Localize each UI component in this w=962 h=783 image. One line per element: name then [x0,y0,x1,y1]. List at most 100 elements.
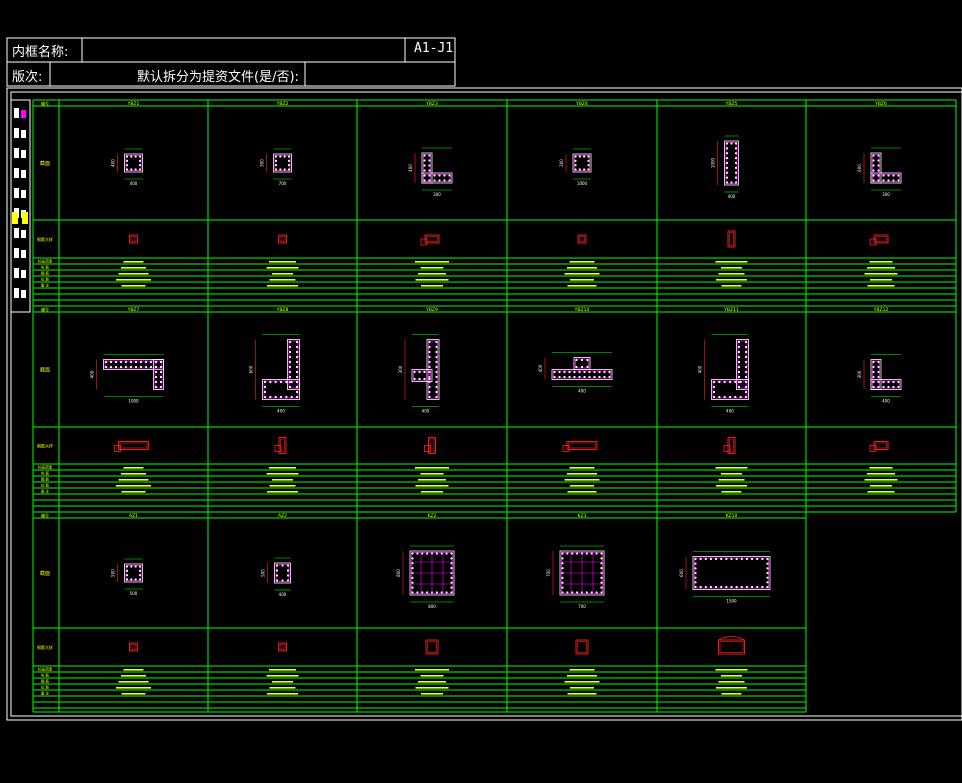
rebar-dot [575,365,578,369]
rebar-dot [423,370,426,374]
rebar-dot [737,370,741,374]
rebar-dot [712,380,716,384]
rebar-dot [877,179,880,182]
rebar-dot [119,360,123,364]
row-header: 标高范围 [38,259,52,264]
spec-text-line [567,473,597,475]
stirrup [872,360,880,389]
rebar-dot [744,350,748,354]
spec-text-line [415,485,449,487]
rebar-dot [435,370,438,374]
rebar-detail [562,441,598,452]
rebar-dot [139,365,143,369]
rebar-dot [295,360,299,364]
spec-text-line [569,261,595,263]
rebar-dot [744,340,748,344]
dimension-text: 1000 [711,157,716,168]
row-header: 箍 筋 [41,477,50,482]
rebar-detail-outline [875,442,887,449]
rebar-dot [573,370,576,374]
rebar-dot [598,375,601,379]
stirrup [413,370,431,381]
rebar-dot [295,385,299,389]
rebar-dot [720,585,723,589]
rebar-dot [287,168,291,171]
rebar-dot [418,377,421,381]
rebar-dot [558,375,561,379]
spec-text-line [118,681,149,683]
dimension-text: 800 [428,604,436,609]
dimension-text: 400 [578,389,586,394]
inner-frame [10,91,962,717]
rebar-dot [694,585,697,589]
rebar-detail-outline [729,232,734,246]
rebar-dot [595,552,598,555]
section-shape [404,334,440,407]
rebar-dot [583,370,586,374]
rebar-dot [125,155,129,158]
rebar-dot [450,552,453,555]
rebar-dot [448,179,451,182]
rebar-dot [892,179,895,182]
rebar-dot [435,340,438,344]
spec-text-line [121,267,146,269]
rebar-dot [435,385,438,389]
spec-text-line [715,467,748,469]
spec-text-line [421,285,443,287]
version-label: 版次: [12,70,43,85]
rebar-detail [869,441,889,452]
rebar-dot [561,557,564,560]
rebar-detail-outline [420,238,428,246]
rebar-dot [882,179,885,182]
column-id-label: YBZ1 [127,101,140,107]
rebar-dot [574,159,577,162]
spec-text-line [870,279,892,281]
spec-text-line [266,267,299,269]
rebar-dot [295,370,299,374]
rebar-dot [600,567,603,570]
spec-text-line [269,485,296,487]
row-header: 箍 筋 [41,271,50,276]
rebar-dot [877,154,880,157]
stirrup [274,155,291,171]
rebar-dot [744,390,748,394]
rebar-dot [578,370,581,374]
rebar-dot [734,142,738,145]
rebar-dot [574,164,577,167]
spec-text-line [570,687,594,689]
rebar-dot [288,370,292,374]
rebar-dot [104,365,108,369]
rebar-dot [740,585,743,589]
rebar-dot [744,385,748,389]
rebar-dot [159,385,163,389]
spec-text-line [415,687,449,689]
rebar-dot [561,567,564,570]
rebar-dot [766,581,769,584]
spec-text-line [121,675,146,677]
rebar-dot [450,557,453,560]
stirrup [423,174,451,182]
rebar-detail-outline [114,445,121,452]
rebar-dot [593,375,596,379]
rebar-dot [872,179,875,182]
spec-text-line [267,491,298,493]
spec-text-line [420,675,444,677]
rebar-dot [583,168,586,171]
spec-text-line [867,267,895,269]
legend-block [14,288,19,298]
rebar-dot [263,395,267,399]
rebar-detail-outline [718,636,745,641]
spec-text-line [418,479,446,481]
row-header: 备 注 [41,489,50,494]
rebar-dot [608,375,611,379]
rebar-dot [887,380,890,384]
spec-text-line [718,681,745,683]
split-question-label: 默认拆分为提资文件(是/否): [137,70,299,85]
rebar-dot [281,579,284,582]
rebar-dot [134,365,138,369]
rebar-dot [428,365,431,369]
rebar-dot [435,345,438,349]
column-id-label: YBZ8 [276,307,289,313]
rebar-dot [428,377,431,381]
rebar-dot [877,360,880,364]
